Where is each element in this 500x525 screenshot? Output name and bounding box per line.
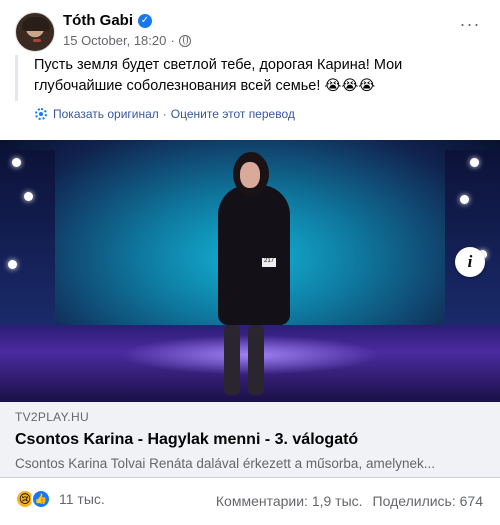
stage-light [8, 260, 17, 269]
reaction-count[interactable]: 11 тыс. [59, 491, 105, 507]
singer-leg-right [248, 325, 264, 395]
verified-badge-icon: ✓ [138, 13, 152, 28]
shares-count[interactable]: Поделились: 674 [373, 493, 483, 509]
stage-light [460, 195, 469, 204]
shared-video-thumbnail[interactable]: 217 [0, 140, 500, 402]
see-original-link[interactable]: Показать оригинал [53, 107, 159, 121]
avatar-hair [22, 17, 50, 31]
stage-pillar-right [445, 150, 500, 325]
meta-dot: · [170, 33, 175, 48]
gear-icon [35, 108, 47, 120]
reactions-summary[interactable]: 😢 👍 11 тыс. [15, 489, 105, 509]
post-stats: Комментарии: 1,9 тыс. Поделились: 674 [216, 493, 483, 509]
info-icon[interactable]: i [455, 247, 485, 277]
globe-icon [178, 34, 191, 47]
post-text: Пусть земля будет светлой тебе, дорогая … [34, 57, 403, 94]
author-avatar[interactable] [15, 12, 55, 52]
stage-light [12, 158, 21, 167]
facebook-post: Tóth Gabi ✓ 15 October, 18:20 · ··· Пуст… [0, 0, 500, 525]
author-row: Tóth Gabi ✓ [63, 12, 152, 29]
link-preview[interactable]: TV2PLAY.HU Csontos Karina - Hagylak menn… [0, 402, 500, 478]
singer-body [218, 185, 290, 325]
link-description: Csontos Karina Tolvai Renáta dalával érk… [15, 456, 435, 471]
rate-translation-link[interactable]: Оцените этот перевод [171, 107, 295, 121]
stage-light [470, 158, 479, 167]
singer-leg-left [224, 325, 240, 395]
post-text-container: Пусть земля будет светлой тебе, дорогая … [15, 55, 485, 101]
link-domain: TV2PLAY.HU [15, 410, 89, 424]
stage-pillar-left [0, 150, 55, 325]
more-options-button[interactable]: ··· [455, 14, 485, 40]
post-date[interactable]: 15 October, 18:20 [63, 33, 166, 48]
translation-row: Показать оригинал · Оцените этот перевод [35, 107, 295, 121]
post-meta: 15 October, 18:20 · [63, 33, 191, 48]
translation-separator: · [162, 107, 167, 121]
comments-count[interactable]: Комментарии: 1,9 тыс. [216, 493, 363, 509]
contestant-number-badge: 217 [262, 258, 276, 267]
link-title[interactable]: Csontos Karina - Hagylak menni - 3. válo… [15, 431, 358, 449]
stage-light [24, 192, 33, 201]
like-reaction-icon: 👍 [31, 489, 51, 509]
author-name[interactable]: Tóth Gabi [63, 12, 133, 29]
avatar-mouth [33, 39, 41, 42]
singer-face [240, 162, 260, 188]
